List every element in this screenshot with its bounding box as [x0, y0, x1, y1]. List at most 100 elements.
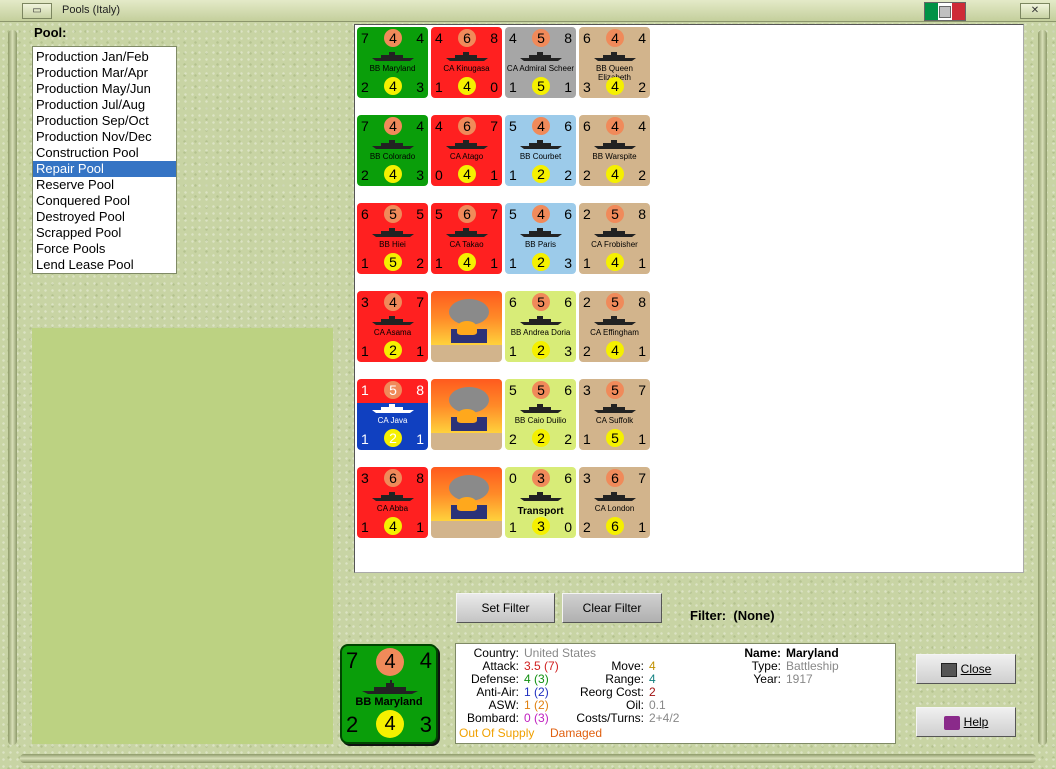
counter-tr: 8 [416, 382, 424, 398]
pool-item[interactable]: Production May/Jun [33, 81, 176, 97]
cost-label: Costs/Turns: [576, 711, 644, 725]
pool-item[interactable]: Construction Pool [33, 145, 176, 161]
unit-counter[interactable]: 5 4 6 BB Courbet 1 2 2 [505, 115, 576, 186]
pool-item[interactable]: Reserve Pool [33, 177, 176, 193]
counter-bl: 1 [509, 343, 517, 359]
counter-tr: 6 [564, 470, 572, 486]
counter-attack: 4 [606, 117, 624, 135]
unit-counter[interactable]: 4 6 8 CA Kinugasa 1 4 0 [431, 27, 502, 98]
filter-status: Filter: (None) [690, 608, 775, 623]
unit-detail-panel [32, 328, 333, 744]
unit-counter[interactable]: 6 5 6 BB Andrea Doria 1 2 3 [505, 291, 576, 362]
unit-counter[interactable]: 2 5 8 CA Frobisher 1 4 1 [579, 203, 650, 274]
counter-tr: 7 [490, 118, 498, 134]
help-book-icon [943, 715, 960, 730]
counter-br: 2 [564, 431, 572, 447]
counter-move: 4 [384, 77, 402, 95]
unit-counter[interactable]: 2 5 8 CA Effingham 2 4 1 [579, 291, 650, 362]
antiair-value: 1 (2) [524, 685, 549, 699]
counter-attack: 6 [384, 469, 402, 487]
filter-label: Filter: [690, 608, 727, 623]
unit-counter[interactable]: 1 5 8 CA Java 1 2 1 [357, 379, 428, 450]
pool-item[interactable]: Production Jan/Feb [33, 49, 176, 65]
counter-br: 3 [416, 167, 424, 183]
counter-tr: 6 [564, 118, 572, 134]
counter-attack: 6 [458, 205, 476, 223]
damaged-unit-counter[interactable] [431, 291, 502, 362]
counter-tr: 7 [638, 470, 646, 486]
counter-tl: 3 [361, 294, 369, 310]
counter-bl: 1 [435, 79, 443, 95]
counter-name: CA Asama [373, 328, 412, 337]
unit-counter[interactable]: 7 4 4 BB Maryland 2 4 3 [357, 27, 428, 98]
unit-counter[interactable]: 0 3 6 Transport 1 3 0 [505, 467, 576, 538]
move-value: 4 [649, 659, 656, 673]
counter-move: 3 [532, 517, 550, 535]
frame-bottom [20, 754, 1036, 763]
ship-silhouette-icon [372, 404, 414, 413]
counter-name: BB Warspite [592, 152, 637, 161]
unit-counter[interactable]: 3 5 7 CA Suffolk 1 5 1 [579, 379, 650, 450]
counter-tr: 5 [416, 206, 424, 222]
counter-tl: 3 [583, 470, 591, 486]
counter-name: BB Caio Duilio [514, 416, 567, 425]
counter-attack: 4 [606, 29, 624, 47]
counter-tl: 6 [361, 206, 369, 222]
unit-counter[interactable]: 3 6 7 CA London 2 6 1 [579, 467, 650, 538]
pool-label: Pool: [34, 25, 67, 40]
counter-br: 1 [638, 431, 646, 447]
pool-item[interactable]: Force Pools [33, 241, 176, 257]
counter-attack: 5 [606, 381, 624, 399]
pool-item[interactable]: Production Mar/Apr [33, 65, 176, 81]
help-button[interactable]: Help [916, 707, 1016, 737]
counter-tl: 4 [435, 30, 443, 46]
unit-counter[interactable]: 7 4 4 BB Colorado 2 4 3 [357, 115, 428, 186]
ship-silhouette-icon [520, 404, 562, 413]
counter-tr: 7 [416, 294, 424, 310]
unit-counter[interactable]: 5 4 6 BB Paris 1 2 3 [505, 203, 576, 274]
unit-counter[interactable]: 644BB Queen Elizabeth342 [579, 27, 650, 98]
close-label: Close [960, 662, 992, 676]
unit-counter[interactable]: 4 5 8 CA Admiral Scheer 1 5 1 [505, 27, 576, 98]
unit-counter[interactable]: 6 5 5 BB Hiei 1 5 2 [357, 203, 428, 274]
unit-counter[interactable]: 6 4 4 BB Warspite 2 4 2 [579, 115, 650, 186]
counter-bl: 1 [509, 79, 517, 95]
unit-counter[interactable]: 5 6 7 CA Takao 1 4 1 [431, 203, 502, 274]
name-label: Name: [744, 646, 781, 660]
counter-move: 6 [606, 517, 624, 535]
unit-counter[interactable]: 3 6 8 CA Abba 1 4 1 [357, 467, 428, 538]
system-menu-button[interactable]: ▭ [22, 3, 52, 19]
type-label: Type: [751, 659, 781, 673]
close-window-button[interactable]: ✕ [1020, 3, 1050, 19]
clear-filter-button[interactable]: Clear Filter [562, 593, 662, 623]
unit-counter-grid[interactable]: 7 4 4 BB Maryland 2 4 3 4 6 8 CA Kinugasa 1 4 0 4 5 8 CA … [354, 24, 1024, 573]
unit-counter[interactable]: 4 6 7 CA Atago 0 4 1 [431, 115, 502, 186]
counter-move: 4 [606, 341, 624, 359]
counter-attack: 4 [384, 29, 402, 47]
pool-item[interactable]: Destroyed Pool [33, 209, 176, 225]
pool-item[interactable]: Repair Pool [33, 161, 176, 177]
counter-attack: 6 [458, 29, 476, 47]
counter-tl: 3 [583, 382, 591, 398]
counter-br: 0 [490, 79, 498, 95]
counter-bl: 0 [435, 167, 443, 183]
pool-item[interactable]: Production Nov/Dec [33, 129, 176, 145]
counter-bl: 2 [583, 343, 591, 359]
pool-item[interactable]: Production Sep/Oct [33, 113, 176, 129]
damaged-unit-counter[interactable] [431, 379, 502, 450]
counter-bl: 1 [361, 431, 369, 447]
pool-item[interactable]: Conquered Pool [33, 193, 176, 209]
unit-counter[interactable]: 3 4 7 CA Asama 1 2 1 [357, 291, 428, 362]
counter-tl: 5 [509, 382, 517, 398]
pool-item[interactable]: Scrapped Pool [33, 225, 176, 241]
unit-counter[interactable]: 5 5 6 BB Caio Duilio 2 2 2 [505, 379, 576, 450]
counter-tl: 6 [583, 30, 591, 46]
pool-item[interactable]: Production Jul/Aug [33, 97, 176, 113]
damaged-unit-counter[interactable] [431, 467, 502, 538]
close-button[interactable]: Close [916, 654, 1016, 684]
pool-list[interactable]: Production Jan/Feb Production Mar/Apr Prod… [32, 46, 177, 274]
pool-item[interactable]: Lend Lease Pool [33, 257, 176, 273]
counter-move: 2 [532, 429, 550, 447]
counter-bl: 3 [583, 79, 591, 95]
set-filter-button[interactable]: Set Filter [456, 593, 555, 623]
